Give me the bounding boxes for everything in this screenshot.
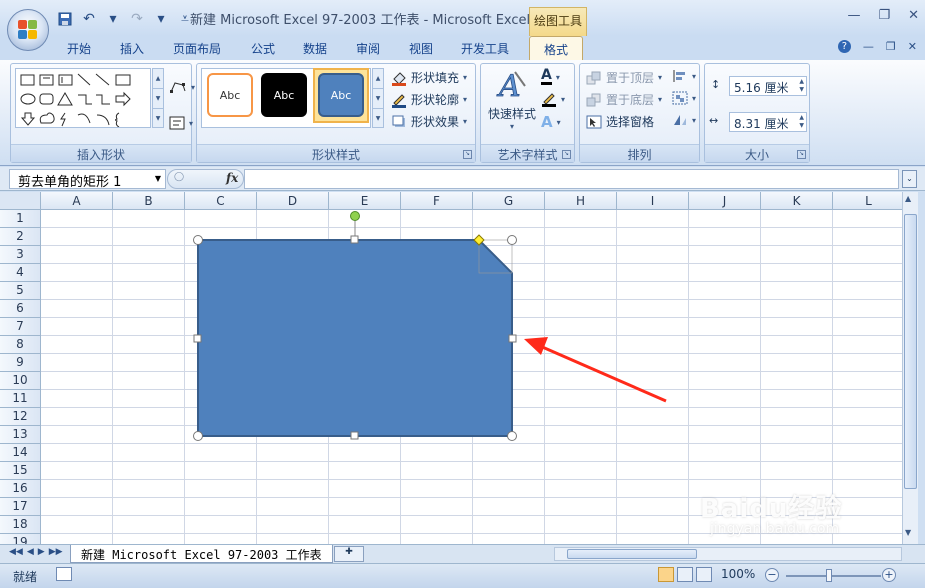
normal-view-icon[interactable] bbox=[658, 567, 674, 582]
horizontal-scroll-thumb[interactable] bbox=[567, 549, 697, 559]
rotation-handle[interactable] bbox=[350, 211, 360, 221]
vertical-scrollbar[interactable]: ▲ ▼ bbox=[902, 192, 918, 544]
snip-corner-rectangle-shape[interactable] bbox=[197, 239, 513, 437]
office-logo-icon bbox=[18, 20, 38, 40]
baidu-watermark-url: jingyan.baidu.com bbox=[710, 521, 840, 537]
sheet-tab[interactable]: 新建 Microsoft Excel 97-2003 工作表 bbox=[70, 545, 333, 563]
zoom-in-icon[interactable]: + bbox=[882, 568, 896, 582]
page-layout-view-icon[interactable] bbox=[677, 567, 693, 582]
insert-sheet-icon[interactable]: ✚ bbox=[334, 546, 364, 562]
baidu-watermark-logo: Baidu经验 bbox=[700, 494, 843, 524]
horizontal-scrollbar[interactable] bbox=[554, 547, 902, 561]
resize-handle-left[interactable] bbox=[193, 334, 202, 343]
view-buttons bbox=[658, 567, 712, 582]
resize-handle-right[interactable] bbox=[508, 334, 517, 343]
scroll-down-icon[interactable]: ▼ bbox=[905, 528, 911, 537]
zoom-level[interactable]: 100% bbox=[721, 567, 755, 581]
office-button[interactable] bbox=[7, 9, 49, 51]
sheet-nav-buttons: ◀◀ ◀ ▶ ▶▶ bbox=[9, 547, 63, 557]
resize-handle-bottom-right[interactable] bbox=[507, 431, 517, 441]
status-ready: 就绪 bbox=[13, 570, 38, 584]
page-break-view-icon[interactable] bbox=[696, 567, 712, 582]
resize-handle-top-left[interactable] bbox=[193, 235, 203, 245]
sheet-tabs-bar: ◀◀ ◀ ▶ ▶▶ 新建 Microsoft Excel 97-2003 工作表… bbox=[0, 544, 925, 563]
status-bar: 就绪 100% − + bbox=[0, 563, 925, 588]
macro-record-icon[interactable] bbox=[56, 567, 72, 581]
zoom-out-icon[interactable]: − bbox=[765, 568, 779, 582]
zoom-slider-track[interactable] bbox=[786, 575, 881, 577]
last-sheet-icon[interactable]: ▶▶ bbox=[49, 547, 63, 557]
first-sheet-icon[interactable]: ◀◀ bbox=[9, 547, 23, 557]
resize-handle-top-right[interactable] bbox=[507, 235, 517, 245]
annotation-arrow bbox=[539, 344, 667, 403]
next-sheet-icon[interactable]: ▶ bbox=[38, 547, 45, 557]
prev-sheet-icon[interactable]: ◀ bbox=[27, 547, 34, 557]
vertical-scroll-thumb[interactable] bbox=[904, 214, 917, 489]
resize-handle-top[interactable] bbox=[350, 235, 359, 244]
zoom-slider-knob[interactable] bbox=[826, 569, 832, 582]
scroll-up-icon[interactable]: ▲ bbox=[905, 194, 911, 203]
resize-handle-bottom-left[interactable] bbox=[193, 431, 203, 441]
annotation-arrowhead bbox=[524, 337, 548, 355]
resize-handle-bottom[interactable] bbox=[350, 431, 359, 440]
